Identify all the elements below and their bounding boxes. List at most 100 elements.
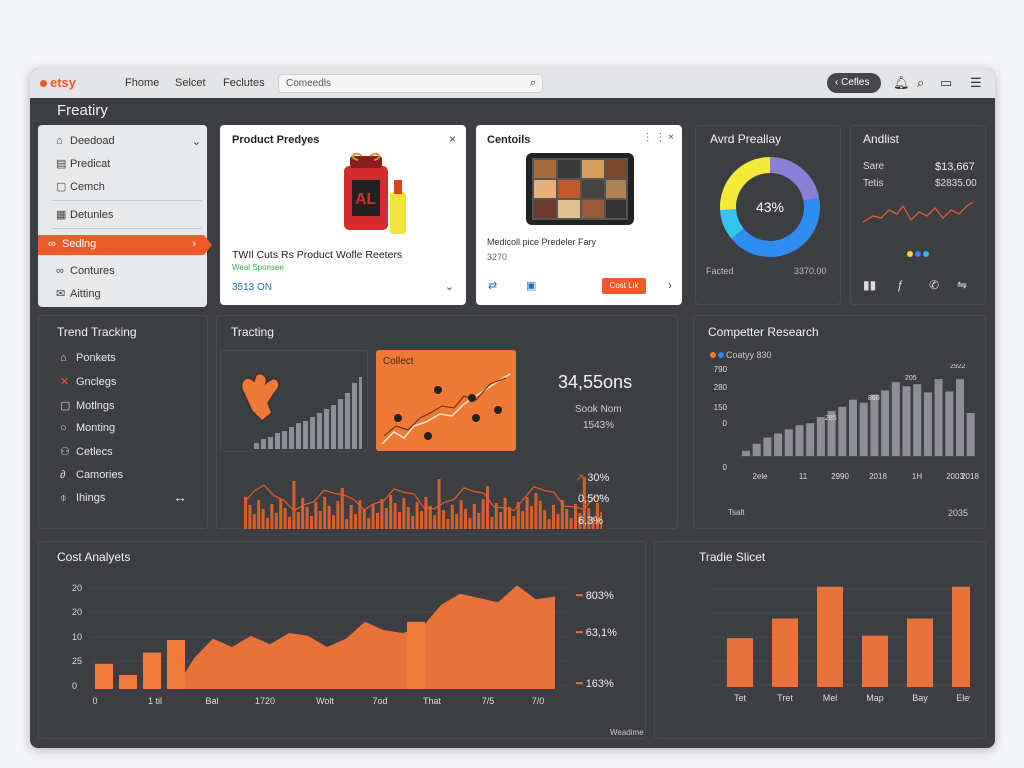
sidebar-item-cemch[interactable]: ▢ Cemch: [56, 180, 105, 193]
x-tick-label: 2018: [961, 472, 979, 481]
search-icon[interactable]: ⌕: [530, 77, 536, 90]
product-price[interactable]: 3513 ON: [232, 282, 272, 293]
cost-link-button[interactable]: Cost Lik: [602, 278, 646, 294]
menu-icon[interactable]: ☰: [970, 75, 982, 91]
trend-item[interactable]: ⌽ Ihings: [60, 492, 105, 505]
cost-pct1: ━ 803%: [576, 590, 614, 602]
nav-features[interactable]: Feclutes: [223, 77, 265, 89]
collect-panel[interactable]: Collect: [376, 350, 516, 451]
competitor-legend: Coatyy 830: [710, 350, 772, 360]
trend-item-label: Ponkets: [76, 352, 116, 364]
wave-bar: [411, 516, 415, 529]
contoils-price: 3270: [487, 252, 508, 262]
share-icon[interactable]: ⇋: [957, 278, 967, 292]
trend-item-label: Motlngs: [76, 400, 115, 412]
sidebar-item-aitting[interactable]: ✉ Aitting: [56, 287, 101, 300]
x-tick-label: 1 til: [148, 696, 162, 706]
trend-item[interactable]: ⚇ Cetlecs: [60, 445, 113, 458]
sidebar-item-contures[interactable]: ∞ Contures: [56, 265, 115, 277]
wave-bar: [538, 501, 542, 529]
search-input[interactable]: Comeedls ⌕: [278, 74, 543, 93]
expand-arrows-icon[interactable]: ↔: [173, 489, 187, 505]
wave-bar: [354, 514, 357, 529]
competitor-bar: [923, 392, 932, 456]
competitor-bar: [806, 423, 815, 456]
wave-bar: [543, 510, 547, 529]
trade-bar: [862, 635, 888, 687]
trend-item[interactable]: ○ Monting: [60, 422, 115, 434]
link-icon: ∂: [60, 469, 66, 481]
svg-text:AL: AL: [355, 191, 377, 208]
sidebar-divider: [52, 200, 202, 201]
competitor-bar: [966, 412, 975, 456]
tracking-title: Tracting: [231, 325, 274, 339]
y-tick-label: 0: [72, 681, 77, 691]
chart-icon[interactable]: ▮▮: [863, 278, 876, 292]
analist-row1-value: $13,667: [935, 161, 975, 173]
search-icon[interactable]: ⌕: [917, 75, 924, 91]
competitor-bar: [752, 443, 761, 456]
x-tick-label: 1720: [255, 696, 275, 706]
trend-item[interactable]: ⌂ Ponkets: [60, 352, 116, 364]
logo-icon: [40, 80, 47, 87]
competitor-bar: [795, 425, 804, 456]
trend-item[interactable]: ✕ Gnclegs: [60, 375, 116, 388]
competitor-title: Competter Research: [708, 325, 819, 339]
product-headline: TWIl Cuts Rs Product Wofle Reeters: [232, 249, 403, 261]
bar-top-label: 2922: [950, 364, 966, 370]
wave-bar: [437, 479, 441, 529]
info-icon: ⌽: [60, 492, 67, 504]
y-tick-label: 790: [714, 365, 728, 374]
wave-bar: [424, 497, 428, 529]
sidebar-item-predicat[interactable]: ▤ Predicat: [56, 157, 110, 170]
wave-bar: [433, 515, 437, 529]
sidebar-item-download[interactable]: ⌂ Deedoad ⌄: [56, 135, 201, 148]
pager-dots[interactable]: [907, 244, 931, 262]
save-icon[interactable]: ▣: [526, 279, 536, 292]
trend-item[interactable]: ∂ Camories: [60, 469, 123, 481]
facebook-icon[interactable]: ƒ: [897, 278, 904, 292]
competitor-bar: [891, 382, 900, 456]
phone-icon[interactable]: ✆: [929, 278, 939, 292]
wave-bar: [345, 519, 349, 529]
wave-bar: [534, 493, 538, 529]
analist-row2-label: Tetis: [863, 178, 884, 189]
tracking-kpi-sub: 1543%: [583, 420, 615, 431]
donut-title: Avrd Preallay: [710, 132, 782, 146]
wave-bar: [252, 514, 256, 529]
wave-bar: [547, 519, 551, 529]
wave-bar: [301, 498, 305, 529]
trend-item-label: Monting: [76, 422, 116, 434]
contoils-title: Centoils: [487, 134, 531, 146]
etsy-logo[interactable]: etsy: [40, 75, 76, 90]
nav-select[interactable]: Selcet: [175, 77, 206, 89]
file-icon: ▤: [56, 158, 67, 170]
trade-bar: [907, 618, 933, 687]
cost-pct3-value: 163%: [585, 678, 614, 690]
trend-item[interactable]: ▢ Motlngs: [60, 399, 115, 412]
wave-bar: [393, 503, 397, 529]
close-icon[interactable]: ×: [449, 132, 456, 146]
x-tick-label: 7od: [372, 696, 387, 706]
wave-bar: [472, 504, 476, 529]
sidebar-item-active[interactable]: ∞ Sedlng ›: [38, 235, 204, 255]
wave-bar: [367, 518, 371, 529]
tracking-bar: [317, 413, 322, 449]
wave-bar: [279, 499, 283, 529]
cart-icon[interactable]: ⇄: [488, 279, 497, 292]
app-window: etsy Fhome Selcet Feclutes Comeedls ⌕ ‹ …: [30, 69, 995, 748]
bell-icon[interactable]: 🔔︎: [893, 75, 910, 91]
wave-bar: [398, 512, 401, 529]
y-tick-label: 0: [723, 419, 728, 428]
competitor-bar: [784, 429, 793, 456]
sidebar-item-detunles[interactable]: ▦ Detunles: [56, 208, 113, 221]
folder-icon[interactable]: ▭: [940, 75, 952, 91]
nav-home[interactable]: Fhome: [125, 77, 159, 89]
wave-bar: [503, 498, 507, 529]
chevron-down-icon[interactable]: ⌄: [445, 280, 454, 293]
chevron-right-icon[interactable]: ›: [668, 278, 672, 292]
card-actions-icon[interactable]: ⋮ ⋮ ×: [643, 132, 674, 143]
x-tick-label: Wolt: [316, 696, 334, 706]
trade-bar: [772, 618, 798, 687]
back-pill-button[interactable]: ‹ Cefles: [827, 73, 881, 93]
